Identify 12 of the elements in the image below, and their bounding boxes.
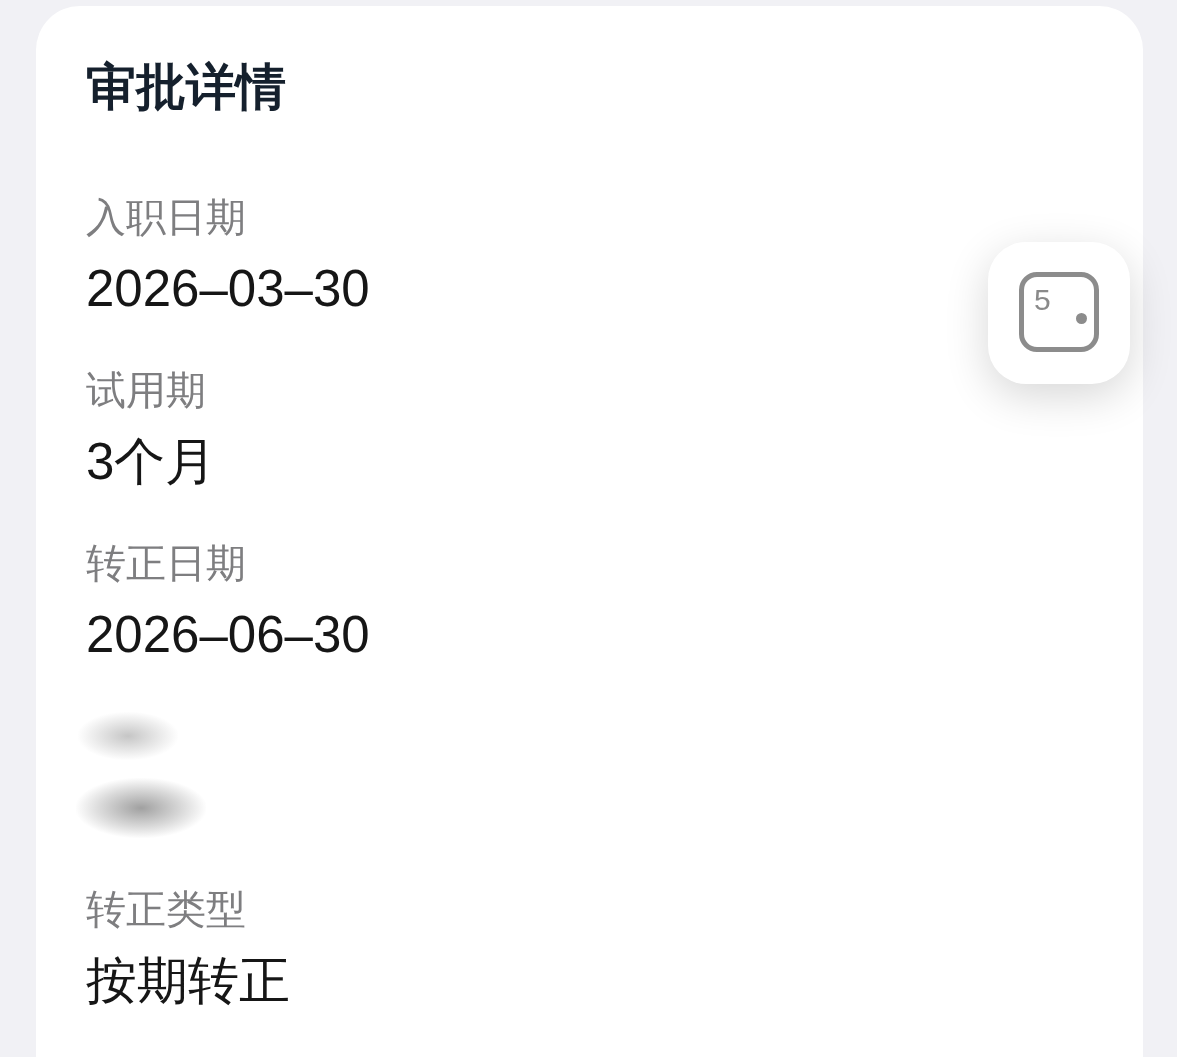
page-title: 审批详情 [86,58,286,117]
floating-button[interactable]: 5 [988,242,1130,384]
dot-icon [1076,313,1087,324]
field-value: 2026–06–30 [86,605,370,665]
field-value: 3个月 [86,432,217,492]
field-label: 转正日期 [86,540,246,587]
field-value: 2026–03–30 [86,259,370,319]
field-label: 试用期 [86,367,206,414]
field-label: 入职日期 [86,194,246,241]
rounded-square-icon [1019,272,1099,352]
field-value: 按期转正 [86,951,290,1011]
field-label: 转正类型 [86,886,246,933]
